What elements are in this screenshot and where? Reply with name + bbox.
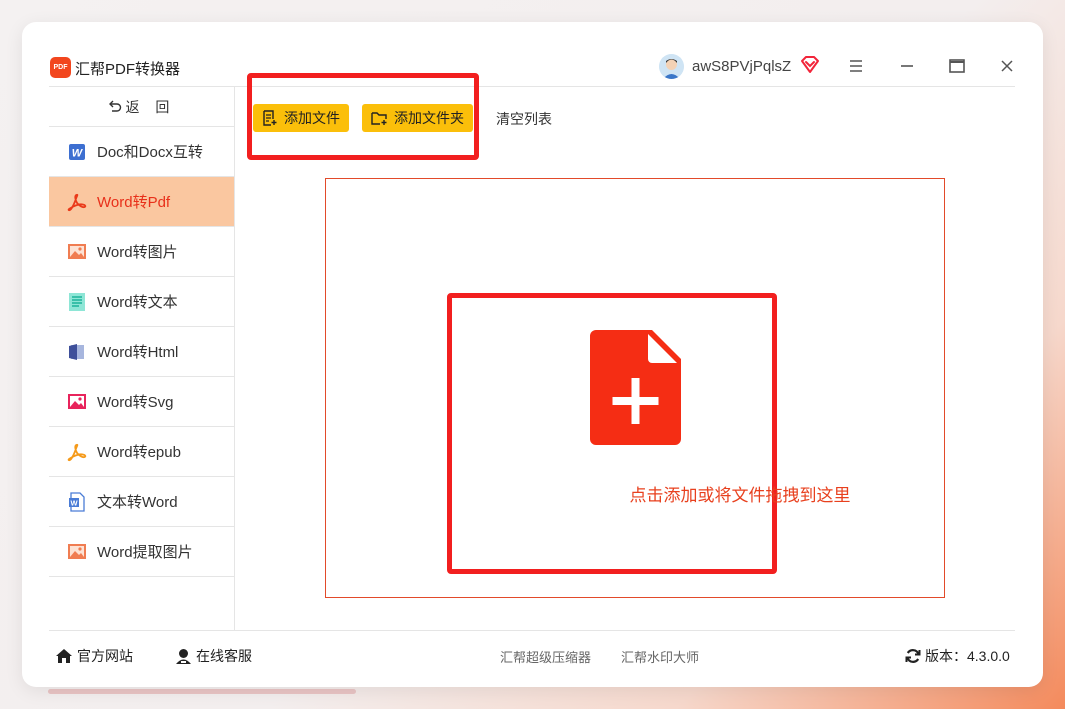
text-doc-icon — [67, 292, 87, 312]
sidebar-item-label: Word转Pdf — [97, 194, 171, 211]
version-label: 版本：4.3.0.0 — [925, 648, 1010, 664]
clear-list-button[interactable]: 清空列表 — [496, 109, 552, 129]
sidebar-item-word-pdf[interactable]: Word转Pdf — [49, 177, 234, 227]
user-avatar[interactable] — [659, 54, 684, 79]
sidebar-item-label: Word转文本 — [97, 294, 178, 311]
sidebar-item-word-image[interactable]: Word转图片 — [49, 227, 234, 277]
sidebar-item-label: 文本转Word — [97, 494, 178, 511]
svg-text:W: W — [72, 147, 84, 159]
drop-zone-hint: 点击添加或将文件拖拽到这里 — [629, 486, 851, 505]
refresh-icon — [905, 649, 921, 663]
sidebar-item-label: Word提取图片 — [97, 544, 193, 561]
epub-icon — [67, 442, 87, 462]
watermark-link[interactable]: 汇帮水印大师 — [621, 647, 699, 666]
app-logo-icon: PDF — [50, 57, 71, 78]
svg-text:W: W — [70, 498, 78, 507]
online-service-link[interactable]: 在线客服 — [175, 646, 252, 666]
compressor-link[interactable]: 汇帮超级压缩器 — [500, 647, 591, 666]
html-icon — [67, 342, 87, 362]
minimize-icon[interactable] — [896, 56, 918, 76]
sidebar-item-label: Word转图片 — [97, 244, 178, 261]
official-site-label: 官方网站 — [77, 648, 133, 664]
pdf-icon — [67, 192, 87, 212]
vip-diamond-icon[interactable] — [800, 56, 820, 74]
sidebar-item-label: Word转Html — [97, 344, 179, 361]
sidebar-item-word-text[interactable]: Word转文本 — [49, 277, 234, 327]
add-file-large-icon[interactable] — [590, 330, 681, 445]
sidebar-item-doc-docx[interactable]: W Doc和Docx互转 — [49, 127, 234, 177]
sidebar-item-text-word[interactable]: W 文本转Word — [49, 477, 234, 527]
sidebar-item-label: Doc和Docx互转 — [97, 144, 203, 161]
sidebar-item-word-extract-image[interactable]: Word提取图片 — [49, 527, 234, 577]
background-shadow-bar — [48, 689, 356, 694]
extract-image-icon — [67, 542, 87, 562]
sidebar-item-word-epub[interactable]: Word转epub — [49, 427, 234, 477]
back-button[interactable]: 返 回 — [49, 87, 234, 127]
maximize-icon[interactable] — [946, 56, 968, 76]
sidebar-item-label: Word转epub — [97, 444, 181, 461]
image-icon — [67, 242, 87, 262]
footer: 官方网站 在线客服 汇帮超级压缩器 汇帮水印大师 版本：4.3.0.0 — [49, 630, 1015, 670]
back-label: 返 回 — [125, 98, 176, 115]
sidebar-item-label: Word转Svg — [97, 394, 174, 411]
official-site-link[interactable]: 官方网站 — [55, 646, 133, 666]
app-window: PDF 汇帮PDF转换器 awS8PVjPqlsZ 返 回 W Doc和Docx… — [22, 22, 1043, 687]
highlight-box-toolbar — [247, 73, 479, 160]
word-doc-icon: W — [67, 142, 87, 162]
close-icon[interactable] — [996, 56, 1018, 76]
sidebar: 返 回 W Doc和Docx互转 Word转Pdf Word转图片 Word转文… — [49, 86, 235, 630]
app-title: 汇帮PDF转换器 — [75, 61, 181, 78]
version-info[interactable]: 版本：4.3.0.0 — [905, 646, 1010, 666]
online-service-label: 在线客服 — [196, 648, 252, 664]
title-bar: PDF 汇帮PDF转换器 awS8PVjPqlsZ — [22, 22, 1043, 88]
username[interactable]: awS8PVjPqlsZ — [692, 58, 791, 75]
sidebar-item-word-svg[interactable]: Word转Svg — [49, 377, 234, 427]
menu-icon[interactable] — [845, 56, 867, 76]
home-icon — [56, 649, 72, 663]
back-arrow-icon — [108, 99, 122, 115]
svg-image-icon — [67, 392, 87, 412]
word-file-icon: W — [67, 491, 87, 512]
sidebar-item-word-html[interactable]: Word转Html — [49, 327, 234, 377]
customer-service-icon — [176, 649, 191, 664]
